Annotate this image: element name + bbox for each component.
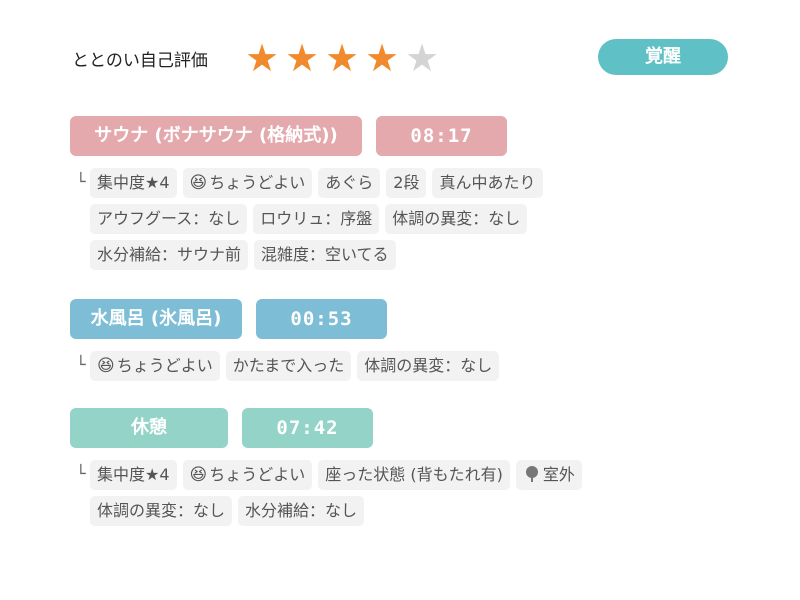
tag: 真ん中あたり [432, 168, 543, 198]
grinning-squint-emoji-icon: 😆 [189, 465, 208, 485]
tag: 😆 ちょうどよい [182, 168, 313, 198]
tag: 混雑度：空いてる [254, 240, 396, 270]
star-icon-empty: ★ [404, 36, 440, 80]
rating-label: ととのい自己評価 [72, 51, 208, 71]
tag: 😆 ちょうどよい [182, 460, 313, 490]
sauna-section: サウナ (ボナサウナ (格納式)) 08:17 └ 集中度★4 😆 ちょうどよい … [70, 116, 710, 276]
tag: 体調の異変：なし [90, 496, 233, 526]
tag: ロウリュ：序盤 [253, 204, 380, 234]
grinning-squint-emoji-icon: 😆 [189, 173, 208, 193]
tag: 集中度★4 [90, 168, 177, 198]
grinning-squint-emoji-icon: 😆 [97, 356, 115, 376]
rest-section: 休憩 07:42 └ 集中度★4 😆 ちょうどよい 座った状態 (背もたれ有) 室… [70, 408, 710, 532]
tag: 2段 [386, 168, 427, 198]
water-section: 水風呂 (氷風呂) 00:53 └ 😆 ちょうどよい かたまで入った 体調の異変：… [70, 299, 710, 387]
tag: 座った状態 (背もたれ有) [318, 460, 510, 490]
star-icon-filled: ★ [324, 36, 360, 80]
water-name-pill: 水風呂 (氷風呂) [70, 299, 242, 339]
tag: アウフグース：なし [90, 204, 248, 234]
tag: 😆 ちょうどよい [90, 351, 220, 381]
tag: かたまで入った [225, 351, 352, 381]
rest-tags: └ 集中度★4 😆 ちょうどよい 座った状態 (背もたれ有) 室外 体調の異変：な… [70, 460, 710, 526]
sauna-tags: └ 集中度★4 😆 ちょうどよい あぐら 2段 真ん中あたり アウフグース：なし … [70, 168, 710, 270]
branch-icon: └ [76, 464, 86, 483]
tag: 室外 [515, 460, 582, 493]
tag: 体調の異変：なし [357, 351, 500, 381]
tree-icon [523, 463, 541, 493]
tag: 水分補給：なし [238, 496, 365, 526]
rating-row: ととのい自己評価 ★ ★ ★ ★ ★ 覚醒 [72, 38, 732, 80]
water-tags: └ 😆 ちょうどよい かたまで入った 体調の異変：なし [70, 351, 710, 381]
tag: 水分補給：サウナ前 [90, 240, 249, 270]
star-icon-filled: ★ [364, 36, 400, 80]
rest-name-pill: 休憩 [70, 408, 228, 448]
rest-time-pill: 07:42 [242, 408, 373, 448]
branch-icon: └ [76, 355, 86, 374]
sauna-name-pill: サウナ (ボナサウナ (格納式)) [70, 116, 362, 156]
awake-badge: 覚醒 [598, 39, 728, 75]
water-time-pill: 00:53 [256, 299, 387, 339]
tag: あぐら [318, 168, 381, 198]
tag: 集中度★4 [90, 460, 177, 490]
star-icon-filled: ★ [244, 36, 280, 80]
star-icon-filled: ★ [284, 36, 320, 80]
star-rating: ★ ★ ★ ★ ★ [244, 38, 440, 78]
sauna-time-pill: 08:17 [376, 116, 507, 156]
tag: 体調の異変：なし [385, 204, 528, 234]
branch-icon: └ [76, 172, 86, 191]
